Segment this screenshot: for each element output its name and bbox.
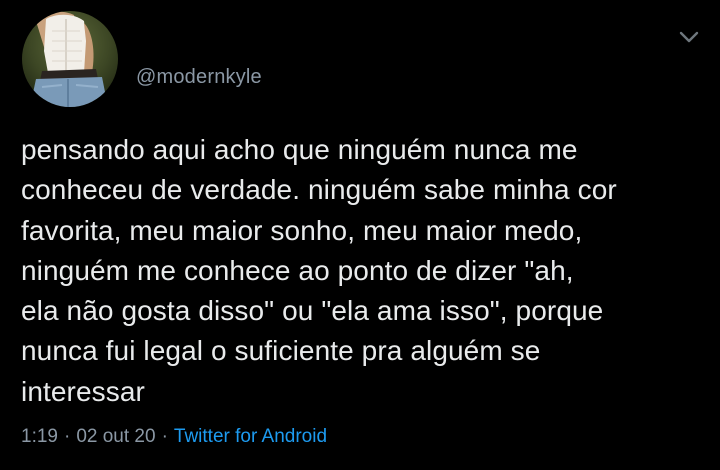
avatar-photo [22, 11, 118, 107]
tweet: @modernkyle pensando aqui acho que ningu… [0, 0, 720, 470]
tweet-date: 02 out 20 [76, 426, 156, 447]
tweet-meta: 1:19 · 02 out 20 · Twitter for Android [21, 426, 327, 448]
user-handle[interactable]: @modernkyle [136, 66, 262, 89]
meta-separator: · [63, 426, 71, 447]
tweet-source-link[interactable]: Twitter for Android [174, 426, 327, 447]
chevron-down-icon[interactable] [676, 24, 702, 50]
tweet-time: 1:19 [21, 426, 58, 447]
meta-separator: · [161, 426, 168, 447]
avatar[interactable] [22, 11, 118, 107]
tweet-text: pensando aqui acho que ninguém nunca me … [21, 134, 617, 407]
